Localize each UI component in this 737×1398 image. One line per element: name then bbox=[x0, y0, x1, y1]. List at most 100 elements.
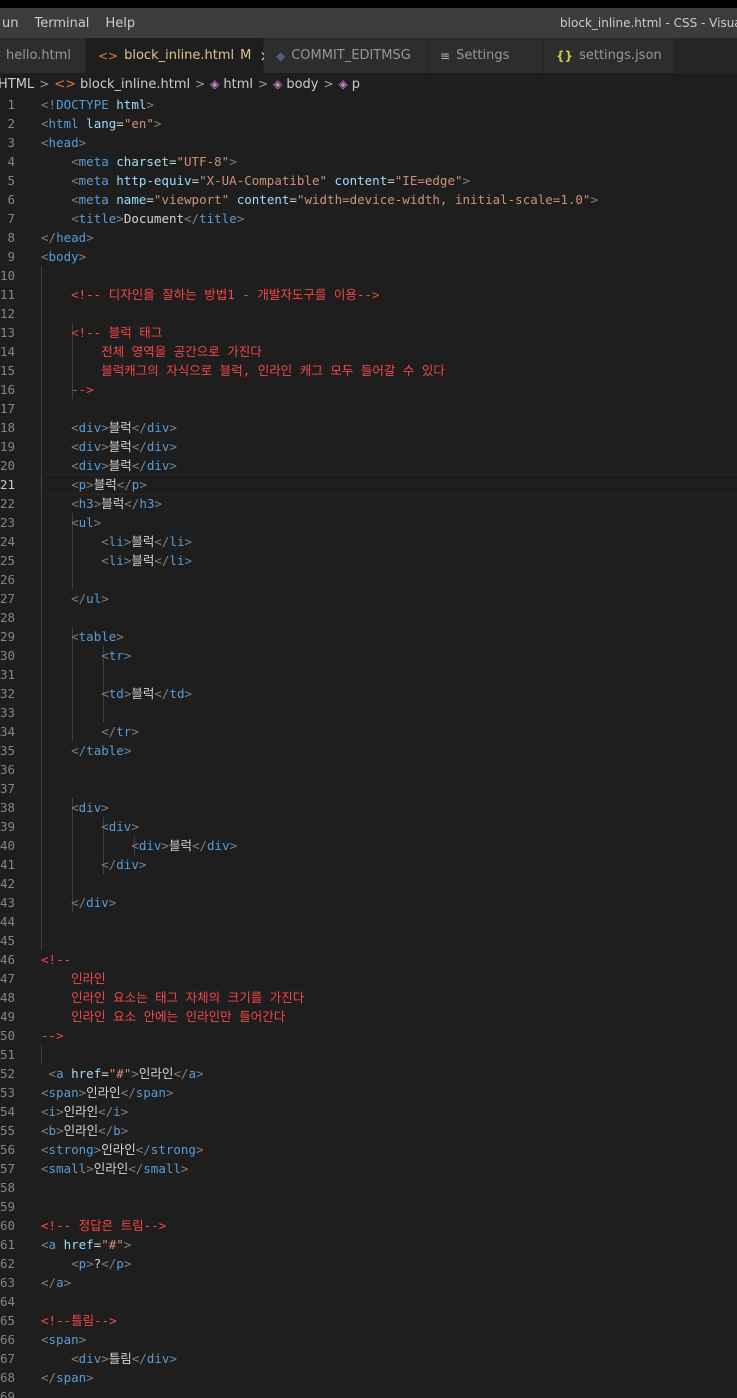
code-line[interactable]: 47 인라인 bbox=[0, 969, 737, 988]
code-line[interactable]: 22 <h3>블럭</h3> bbox=[0, 494, 737, 513]
code-line[interactable]: 13 <!-- 블럭 태그 bbox=[0, 323, 737, 342]
code-line[interactable]: 62 <p>?</p> bbox=[0, 1254, 737, 1273]
code-line[interactable]: 24 <li>블럭</li> bbox=[0, 532, 737, 551]
code-line[interactable]: 25 <li>블럭</li> bbox=[0, 551, 737, 570]
code-line[interactable]: 16 --> bbox=[0, 380, 737, 399]
code-line[interactable]: 66 <span> bbox=[0, 1330, 737, 1349]
code-line[interactable]: 14 전체 영역을 공간으로 가진다 bbox=[0, 342, 737, 361]
code-line[interactable]: 20 <div>블럭</div> bbox=[0, 456, 737, 475]
code-line[interactable]: 10 bbox=[0, 266, 737, 285]
code-line[interactable]: 2 <html lang="en"> bbox=[0, 114, 737, 133]
code-token: > bbox=[154, 496, 162, 511]
code-line[interactable]: 39 <div> bbox=[0, 817, 737, 836]
code-line[interactable]: 69 bbox=[0, 1387, 737, 1398]
code-line[interactable]: 48 인라인 요소는 태그 자체의 크기를 가진다 bbox=[0, 988, 737, 1007]
code-line[interactable]: 28 bbox=[0, 608, 737, 627]
breadcrumb-item-folder[interactable]: HTML bbox=[0, 77, 34, 92]
code-line[interactable]: 52 <a href="#">인라인</a> bbox=[0, 1064, 737, 1083]
code-line[interactable]: 38 <div> bbox=[0, 798, 737, 817]
code-token: ul bbox=[78, 515, 94, 530]
code-line[interactable]: 29 <table> bbox=[0, 627, 737, 646]
code-text: <div> bbox=[41, 817, 737, 836]
code-line[interactable]: 21 <p>블럭</p> bbox=[0, 474, 737, 495]
tab-settings[interactable]: ≡ Settings bbox=[428, 38, 544, 73]
code-token: > bbox=[139, 477, 147, 492]
code-line[interactable]: 34 </tr> bbox=[0, 722, 737, 741]
code-line[interactable]: 12 bbox=[0, 304, 737, 323]
line-number: 45 bbox=[0, 933, 16, 948]
code-line[interactable]: 35 </table> bbox=[0, 741, 737, 760]
menu-help[interactable]: Help bbox=[97, 16, 143, 31]
code-line[interactable]: 61 <a href="#"> bbox=[0, 1235, 737, 1254]
code-line[interactable]: 26 bbox=[0, 570, 737, 589]
menu-terminal[interactable]: Terminal bbox=[26, 16, 97, 31]
breadcrumb-item-body[interactable]: ◈ body bbox=[273, 77, 318, 92]
tab-settings-json[interactable]: {} settings.json bbox=[544, 38, 674, 73]
code-token: < bbox=[71, 496, 79, 511]
code-line[interactable]: 5 <meta http-equiv="X-UA-Compatible" con… bbox=[0, 171, 737, 190]
code-line[interactable]: 3 <head> bbox=[0, 133, 737, 152]
code-line[interactable]: 64 bbox=[0, 1292, 737, 1311]
tab-hello-html[interactable]: hello.html bbox=[0, 38, 86, 73]
code-line[interactable]: 41 </div> bbox=[0, 855, 737, 874]
code-line[interactable]: 33 bbox=[0, 703, 737, 722]
tab-block-inline-html[interactable]: <> block_inline.html M × bbox=[86, 38, 272, 73]
code-line[interactable]: 4 <meta charset="UTF-8"> bbox=[0, 152, 737, 171]
code-line[interactable]: 58 bbox=[0, 1178, 737, 1197]
code-line[interactable]: 43 </div> bbox=[0, 893, 737, 912]
code-line[interactable]: 30 <tr> bbox=[0, 646, 737, 665]
code-line[interactable]: 17 bbox=[0, 399, 737, 418]
code-token: title bbox=[78, 211, 117, 226]
code-line[interactable]: 23 <ul> bbox=[0, 513, 737, 532]
code-line[interactable]: 60 <!-- 정답은 트림--> bbox=[0, 1216, 737, 1235]
code-line[interactable]: 19 <div>블럭</div> bbox=[0, 437, 737, 456]
code-line[interactable]: 59 bbox=[0, 1197, 737, 1216]
code-line[interactable]: 1 <!DOCTYPE html> bbox=[0, 95, 737, 114]
code-line[interactable]: 65 <!--틀림--> bbox=[0, 1311, 737, 1330]
code-line[interactable]: 50 --> bbox=[0, 1026, 737, 1045]
code-line[interactable]: 42 bbox=[0, 874, 737, 893]
code-editor[interactable]: 1 <!DOCTYPE html> 2 <html lang="en"> 3 <head>… bbox=[0, 95, 737, 1398]
code-line[interactable]: 45 bbox=[0, 931, 737, 950]
code-token: </ bbox=[98, 1123, 114, 1138]
code-line[interactable]: 54 <i>인라인</i> bbox=[0, 1102, 737, 1121]
code-line[interactable]: 37 bbox=[0, 779, 737, 798]
code-line[interactable]: 55 <b>인라인</b> bbox=[0, 1121, 737, 1140]
code-line[interactable]: 44 bbox=[0, 912, 737, 931]
code-line[interactable]: 9 <body> bbox=[0, 247, 737, 266]
code-line[interactable]: 51 bbox=[0, 1045, 737, 1064]
code-line[interactable]: 63 </a> bbox=[0, 1273, 737, 1292]
breadcrumb-item-html[interactable]: ◈ html bbox=[210, 77, 253, 92]
tab-commit-editmsg[interactable]: ◆ COMMIT_EDITMSG bbox=[264, 38, 428, 73]
code-token: </ bbox=[41, 230, 57, 245]
code-line[interactable]: 27 </ul> bbox=[0, 589, 737, 608]
code-line[interactable]: 49 인라인 요소 안에는 인라인만 들어간다 bbox=[0, 1007, 737, 1026]
breadcrumb-item-file[interactable]: <> block_inline.html bbox=[54, 77, 190, 92]
code-line[interactable]: 46 <!-- bbox=[0, 950, 737, 969]
code-line[interactable]: 36 bbox=[0, 760, 737, 779]
code-token: > bbox=[93, 515, 102, 530]
code-line[interactable]: 57 <small>인라인</small> bbox=[0, 1159, 737, 1178]
code-line[interactable]: 40 <div>블럭</div> bbox=[0, 836, 737, 855]
code-line[interactable]: 15 블럭캐그의 자식으로 블럭, 인라인 캐그 모두 들어갈 수 있다 bbox=[0, 361, 737, 380]
code-token: <! bbox=[41, 97, 57, 112]
line-number: 24 bbox=[0, 534, 16, 549]
code-text: <div>블럭</div> bbox=[41, 418, 737, 437]
code-line[interactable]: 18 <div>블럭</div> bbox=[0, 418, 737, 437]
code-line[interactable]: 6 <meta name="viewport" content="width=d… bbox=[0, 190, 737, 209]
menu-run[interactable]: un bbox=[0, 16, 26, 31]
code-line[interactable]: 68 </span> bbox=[0, 1368, 737, 1387]
code-line[interactable]: 67 <div>틀림</div> bbox=[0, 1349, 737, 1368]
code-line[interactable]: 8 </head> bbox=[0, 228, 737, 247]
code-line[interactable]: 56 <strong>인라인</strong> bbox=[0, 1140, 737, 1159]
code-token: div bbox=[207, 838, 230, 853]
code-line[interactable]: 53 <span>인라인</span> bbox=[0, 1083, 737, 1102]
breadcrumb-item-p[interactable]: ◈ p bbox=[339, 77, 361, 92]
code-line[interactable]: 32 <td>블럭</td> bbox=[0, 684, 737, 703]
code-line[interactable]: 7 <title>Document</title> bbox=[0, 209, 737, 228]
code-line[interactable]: 11 <!-- 디자인을 잘하는 방법1 - 개발자도구를 이용--> bbox=[0, 285, 737, 304]
code-token: </ bbox=[131, 458, 147, 473]
code-line[interactable]: 31 bbox=[0, 665, 737, 684]
